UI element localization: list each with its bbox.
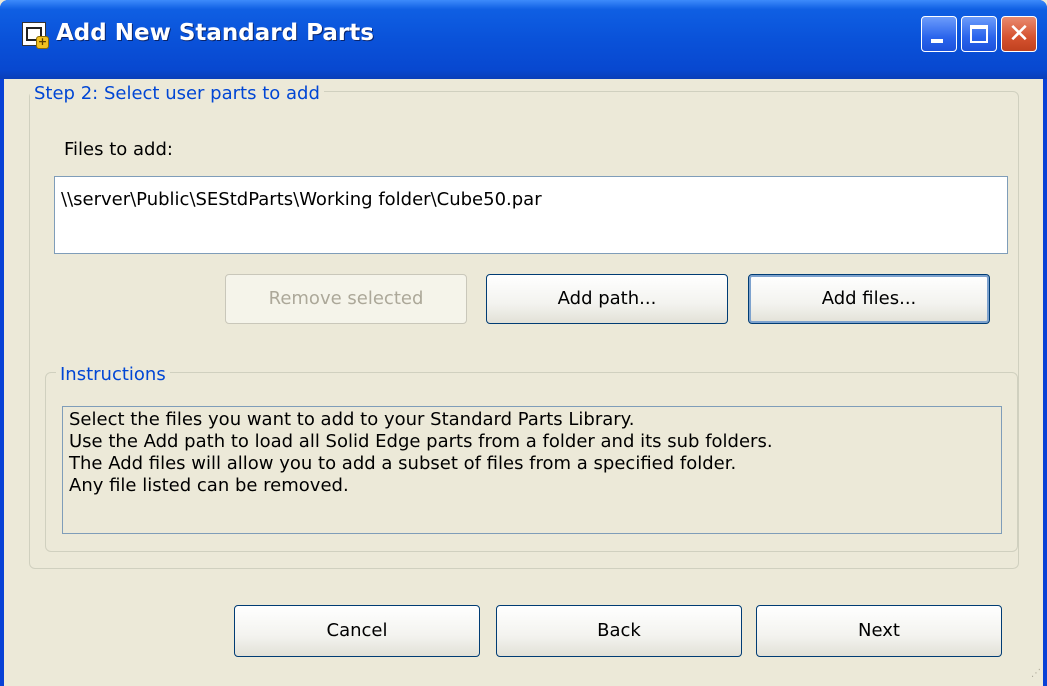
minimize-icon	[931, 39, 943, 43]
instructions-lines: Select the files you want to add to your…	[63, 409, 773, 497]
back-button[interactable]: Back	[496, 605, 742, 657]
dialog-window: + Add New Standard Parts ✕ Step 2: Selec…	[0, 0, 1047, 686]
add-part-app-icon: +	[22, 22, 49, 49]
close-icon: ✕	[1008, 19, 1030, 49]
minimize-button[interactable]	[921, 16, 957, 52]
list-item[interactable]: \\server\Public\SEStdParts\Working folde…	[61, 189, 542, 211]
instruction-line: Use the Add path to load all Solid Edge …	[69, 431, 773, 452]
resize-grip-icon[interactable]: ⋰	[1027, 669, 1041, 684]
next-button[interactable]: Next	[756, 605, 1002, 657]
cancel-button[interactable]: Cancel	[234, 605, 480, 657]
instruction-line: The Add files will allow you to add a su…	[69, 453, 737, 474]
files-listbox[interactable]: \\server\Public\SEStdParts\Working folde…	[54, 176, 1008, 254]
remove-selected-button[interactable]: Remove selected	[225, 274, 467, 324]
window-title: Add New Standard Parts	[56, 20, 374, 46]
maximize-icon	[970, 25, 988, 43]
instructions-legend: Instructions	[56, 365, 170, 385]
instruction-line: Select the files you want to add to your…	[69, 409, 635, 430]
dialog-client-area: Step 2: Select user parts to add Files t…	[4, 79, 1043, 686]
app-icon-badge: +	[36, 35, 49, 49]
add-path-button[interactable]: Add path...	[486, 274, 728, 324]
files-to-add-label: Files to add:	[64, 139, 173, 160]
instructions-text-box: Select the files you want to add to your…	[62, 406, 1002, 534]
step-legend: Step 2: Select user parts to add	[30, 84, 324, 104]
title-bar[interactable]: + Add New Standard Parts ✕	[0, 0, 1047, 79]
close-button[interactable]: ✕	[1001, 16, 1037, 52]
instruction-line: Any file listed can be removed.	[69, 475, 349, 496]
maximize-button[interactable]	[961, 16, 997, 52]
add-files-button[interactable]: Add files...	[748, 274, 990, 324]
